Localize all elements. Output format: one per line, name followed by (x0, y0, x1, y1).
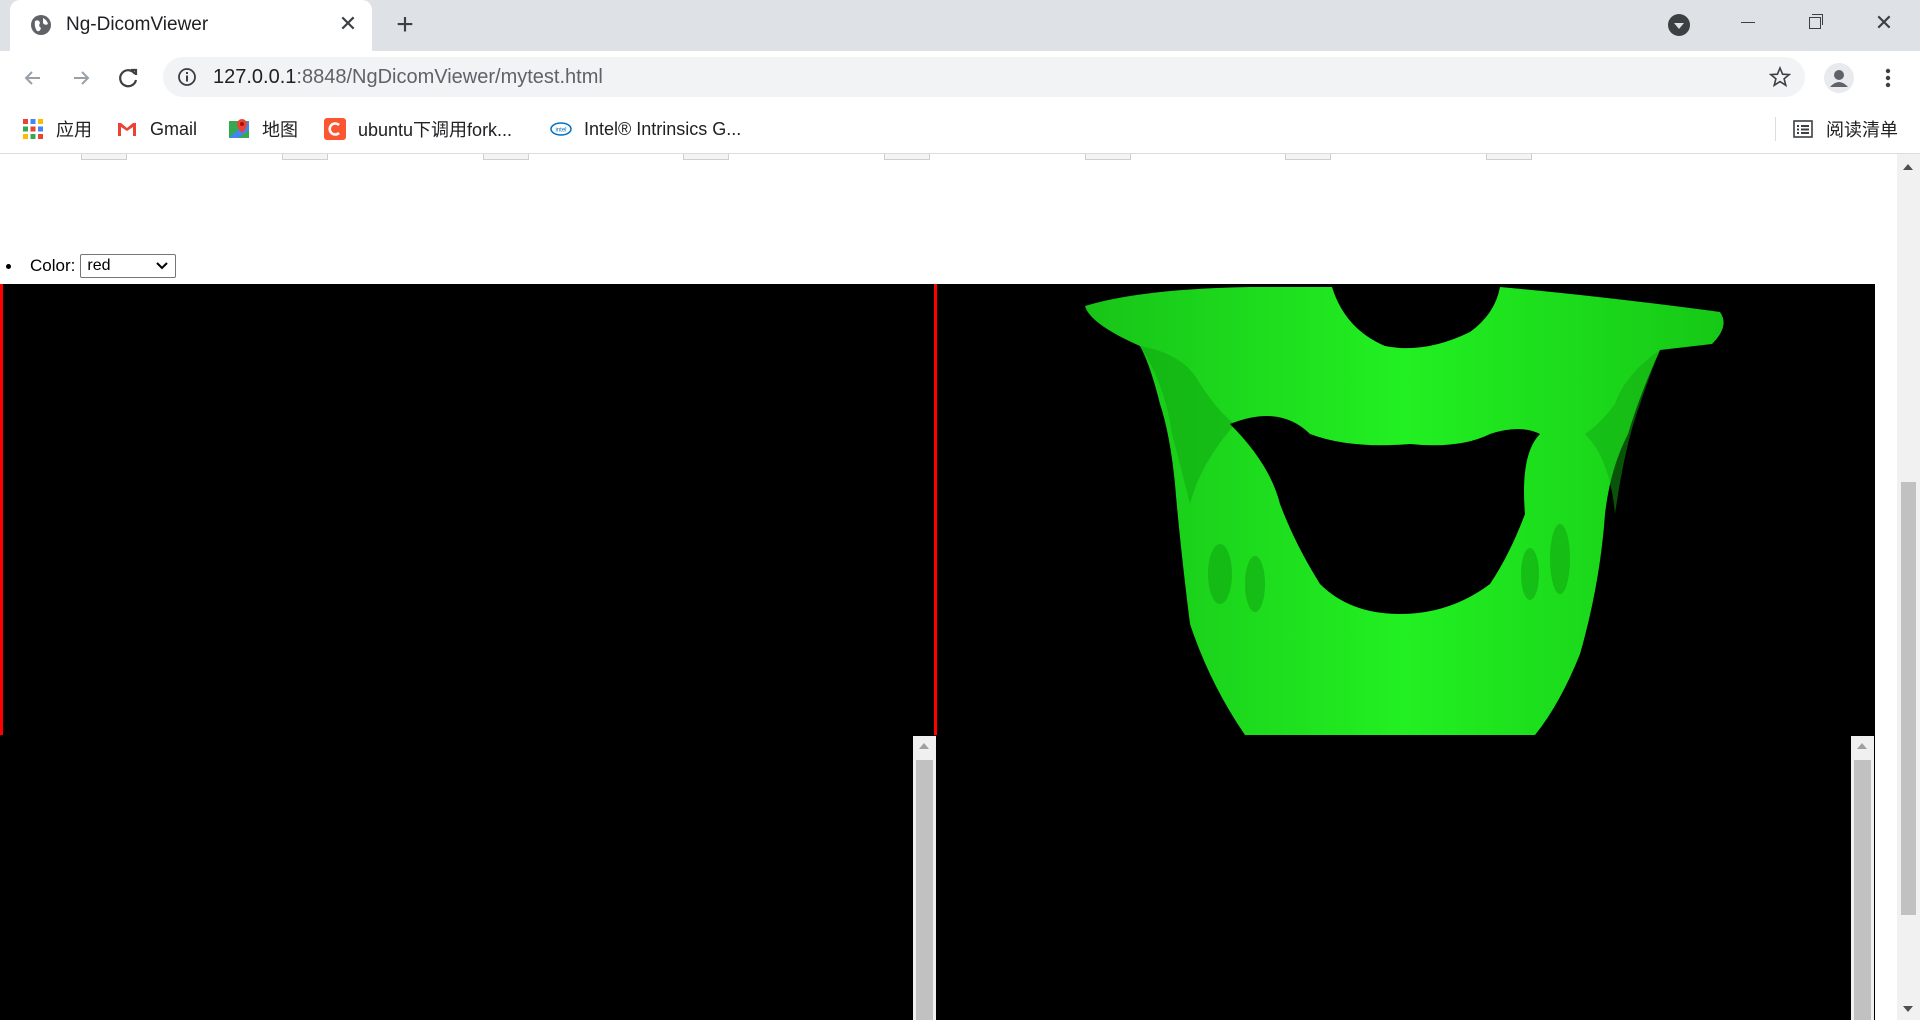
toolbar-thumbnail[interactable] (282, 154, 328, 160)
chevron-down-icon (156, 262, 169, 270)
toolbar-thumbnail[interactable] (683, 154, 729, 160)
toolbar-thumbnail[interactable] (1085, 154, 1131, 160)
viewer-viewport-left[interactable] (0, 284, 937, 1020)
list-bullet (6, 263, 11, 269)
back-arrow-icon[interactable] (18, 63, 48, 93)
bookmark-apps[interactable]: 应用 (22, 115, 92, 143)
tab-title: Ng-DicomViewer (66, 14, 209, 35)
browser-tab[interactable]: Ng-DicomViewer ✕ (10, 0, 372, 51)
scrollbar-thumb[interactable] (1854, 760, 1871, 1020)
scroll-down-icon[interactable] (1903, 1006, 1913, 1012)
tab-close-icon[interactable]: ✕ (336, 12, 360, 36)
window-close-icon[interactable]: ✕ (1864, 8, 1904, 38)
reading-list[interactable]: 阅读清单 (1792, 115, 1898, 143)
browser-toolbar: 127.0.0.1:8848/NgDicomViewer/mytest.html (0, 51, 1920, 105)
toolbar-thumbnail[interactable] (884, 154, 930, 160)
viewport-scrollbar-right[interactable] (1851, 736, 1874, 1020)
kebab-menu-icon[interactable] (1878, 63, 1898, 93)
bookmark-label: ubuntu下调用fork... (358, 120, 513, 140)
bookmark-label: 应用 (56, 120, 92, 140)
tab-strip: Ng-DicomViewer ✕ + ✕ (0, 0, 1920, 51)
apps-grid-icon (23, 119, 43, 139)
scrollbar-thumb[interactable] (1901, 482, 1916, 915)
maps-icon (229, 119, 249, 138)
bookmark-ubuntu-fork[interactable]: ubuntu下调用fork... (324, 115, 512, 143)
address-bar[interactable]: 127.0.0.1:8848/NgDicomViewer/mytest.html (163, 57, 1805, 97)
new-tab-icon[interactable]: + (390, 10, 420, 41)
forward-arrow-icon[interactable] (66, 63, 96, 93)
bookmark-label: Gmail (150, 118, 198, 139)
reload-icon[interactable] (114, 63, 144, 93)
toolbar-thumbnail[interactable] (1285, 154, 1331, 160)
url-text[interactable]: 127.0.0.1:8848/NgDicomViewer/mytest.html (213, 66, 603, 89)
bookmark-maps[interactable]: 地图 (228, 115, 298, 143)
color-select-value: red (87, 257, 111, 274)
bookmark-intel-intrinsics[interactable]: intel Intel® Intrinsics G... (550, 115, 741, 143)
minimize-icon[interactable] (1728, 8, 1768, 38)
bookmarks-separator (1775, 117, 1776, 141)
svg-text:intel: intel (555, 128, 566, 134)
scroll-up-icon[interactable] (1903, 164, 1913, 170)
reading-list-label: 阅读清单 (1826, 120, 1898, 140)
viewport-scrollbar-left[interactable] (913, 736, 936, 1020)
csdn-icon (324, 118, 346, 140)
tab-search-icon[interactable] (1668, 14, 1690, 36)
crosshair-line-middle (934, 284, 937, 735)
reading-list-icon (1793, 120, 1813, 138)
jaw-3d-model[interactable] (1080, 284, 1730, 735)
bookmark-gmail[interactable]: Gmail (116, 115, 197, 143)
intel-icon: intel (550, 122, 572, 136)
scroll-up-icon[interactable] (919, 743, 929, 749)
scroll-up-icon[interactable] (1857, 743, 1867, 749)
color-list-item: Color: red (6, 254, 177, 278)
page-scrollbar[interactable] (1897, 154, 1920, 1020)
crosshair-line-left (0, 284, 3, 735)
site-info-icon[interactable] (177, 67, 197, 87)
bookmark-label: 地图 (262, 120, 298, 140)
color-label: Color: (30, 256, 76, 275)
toolbar-thumbnail[interactable] (1486, 154, 1532, 160)
page-content: Color: red (0, 154, 1897, 1020)
toolbar-thumbnail[interactable] (483, 154, 529, 160)
bookmark-label: Intel® Intrinsics G... (584, 118, 742, 139)
profile-avatar-icon[interactable] (1824, 63, 1854, 93)
bookmark-star-icon[interactable] (1769, 66, 1791, 88)
scrollbar-thumb[interactable] (916, 760, 933, 1020)
bookmarks-bar: 应用 Gmail 地图 ubuntu下调用fork... intel Intel… (0, 105, 1920, 154)
globe-icon (31, 15, 51, 35)
toolbar-thumbnail[interactable] (81, 154, 127, 160)
color-select[interactable]: red (80, 254, 177, 278)
gmail-icon (118, 123, 136, 136)
restore-icon[interactable] (1796, 8, 1836, 38)
